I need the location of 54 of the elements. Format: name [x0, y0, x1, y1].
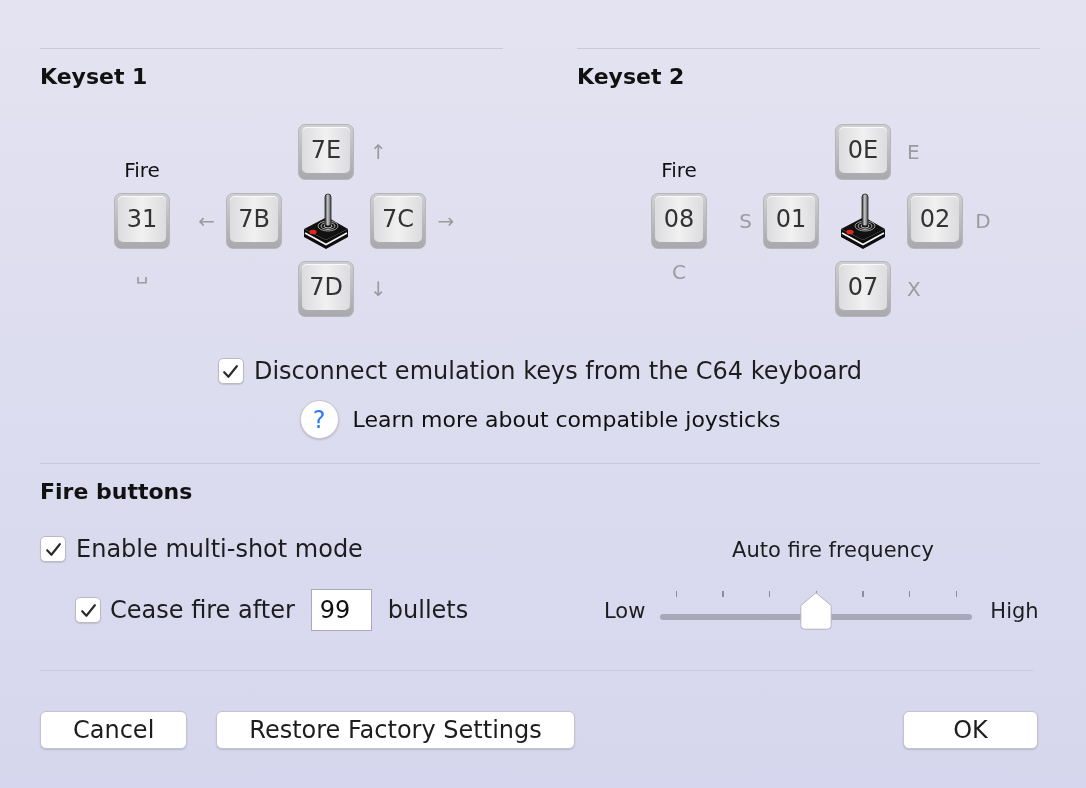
checkmark-icon [45, 542, 61, 556]
key-button[interactable]: 02 [907, 192, 963, 249]
tick-mark [862, 591, 864, 597]
key-button[interactable]: 07 [835, 261, 891, 317]
tick-mark [908, 591, 911, 597]
help-label: Learn more about compatible joysticks [352, 405, 781, 434]
key-button[interactable]: 08 [651, 192, 707, 249]
number-field[interactable]: 99 [310, 589, 372, 631]
slider-thumb[interactable] [800, 592, 833, 630]
checkbox-label[interactable]: Cease fire after [110, 595, 295, 625]
joystick-icon [839, 192, 887, 249]
fire-label: Fire [124, 158, 160, 182]
key-button[interactable]: 7C [370, 192, 426, 249]
section-title: Keyset 1 [40, 64, 149, 90]
tick-mark [675, 591, 678, 597]
fire-label: Fire [661, 158, 697, 182]
key-button[interactable]: 01 [763, 192, 819, 249]
key-label: ↓ [370, 278, 387, 300]
slider-track[interactable] [660, 591, 973, 631]
checkmark-icon [223, 364, 239, 378]
key-button[interactable]: 0E [835, 124, 891, 180]
section-title: Keyset 2 [577, 64, 686, 90]
key-label: X [907, 278, 921, 300]
checkbox-label[interactable]: Enable multi-shot mode [76, 534, 363, 564]
dialog-button[interactable]: Cancel [40, 711, 188, 749]
slider-min-label: Low [604, 599, 646, 623]
section-title: Fire buttons [40, 479, 194, 505]
key-button[interactable]: 7B [226, 192, 282, 249]
key-label: ← [198, 209, 215, 232]
key-label: E [907, 141, 920, 163]
checkbox[interactable] [217, 358, 244, 384]
joystick-icon [302, 192, 350, 249]
key-label: ↑ [370, 141, 387, 163]
key-label: S [739, 209, 752, 232]
tick-mark [768, 591, 771, 597]
key-label: → [437, 209, 455, 232]
checkbox[interactable] [75, 597, 101, 623]
key-button[interactable]: 31 [114, 192, 170, 249]
checkbox-label[interactable]: Disconnect emulation keys from the C64 keyboard [253, 356, 863, 386]
key-button[interactable]: 7D [298, 261, 354, 317]
key-button[interactable]: 7E [298, 124, 354, 180]
help-button[interactable]: ? [299, 400, 339, 439]
dialog-button[interactable]: Restore Factory Settings [216, 711, 575, 749]
key-label: C [672, 261, 686, 283]
key-label: ␣ [135, 261, 149, 283]
checkmark-icon [80, 603, 96, 617]
key-label: D [975, 209, 991, 232]
unit-label: bullets [387, 595, 469, 625]
slider-title: Auto fire frequency [731, 538, 935, 562]
dialog-button[interactable]: OK [903, 711, 1038, 749]
tick-mark [955, 591, 958, 597]
tick-mark [722, 591, 724, 597]
slider-max-label: High [990, 599, 1039, 623]
checkbox[interactable] [40, 536, 66, 562]
